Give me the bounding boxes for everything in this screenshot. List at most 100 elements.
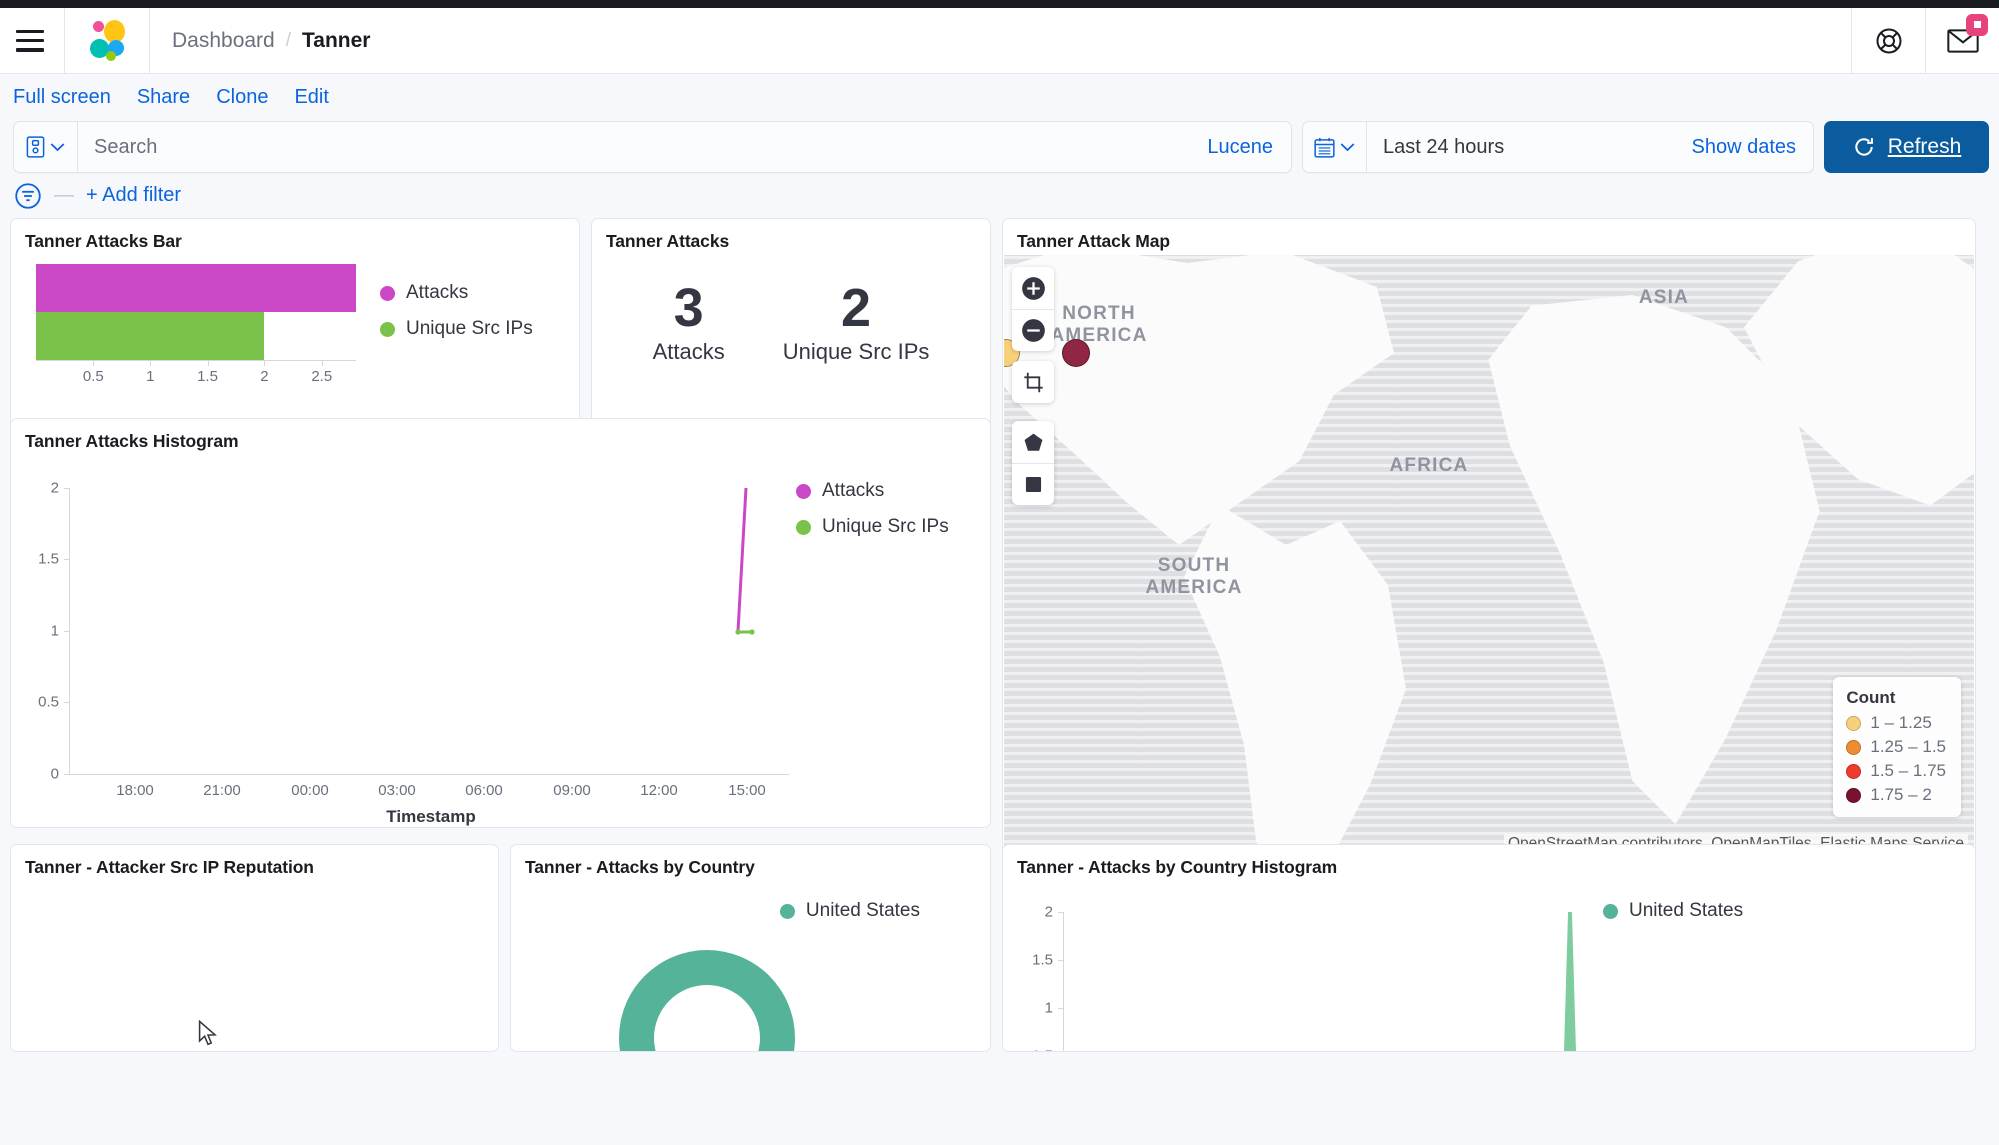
panel-attacks-by-country-histogram[interactable]: Tanner - Attacks by Country Histogram 2 …: [1002, 844, 1976, 1052]
legend-label-united-states: United States: [805, 900, 920, 921]
share-link[interactable]: Share: [137, 86, 190, 109]
legend-item-unique-src-ips[interactable]: Unique Src IPs: [380, 318, 533, 340]
hist-xtick-5: 09:00: [553, 782, 591, 799]
country-hist-legend: United States: [1603, 900, 1743, 936]
map-fit-control: [1012, 361, 1054, 403]
draw-polygon-icon[interactable]: [1012, 421, 1054, 463]
map-draw-controls: [1012, 421, 1054, 505]
legend-dot-unique-src-ips: [796, 519, 811, 535]
histogram-x-axis-title: Timestamp: [386, 807, 476, 826]
draw-rectangle-icon[interactable]: [1012, 463, 1054, 505]
map-legend-row-4: 1.75 – 2: [1846, 785, 1946, 805]
map-legend-row-2: 1.25 – 1.5: [1846, 737, 1946, 757]
legend-item-united-states[interactable]: United States: [779, 900, 920, 922]
legend-item-unique-src-ips[interactable]: Unique Src IPs: [796, 516, 949, 538]
bar-x-axis: 0.5 1 1.5 2 2.5: [36, 360, 356, 390]
clone-link[interactable]: Clone: [216, 86, 268, 109]
panel-title: Tanner Attacks: [606, 231, 730, 251]
notification-badge: [1966, 13, 1988, 36]
histogram-y-axis: [69, 488, 70, 774]
map-label-africa: AFRICA: [1389, 455, 1469, 476]
date-range-value[interactable]: Last 24 hours: [1367, 136, 1674, 159]
ch-ytick-0_5: 0.5: [1011, 1048, 1053, 1052]
map-marker-high-count[interactable]: [1062, 339, 1090, 367]
map-legend-row-3: 1.5 – 1.75: [1846, 761, 1946, 781]
legend-label-attacks: Attacks: [822, 480, 885, 501]
hist-xtick-1: 21:00: [203, 782, 241, 799]
breadcrumb-dashboard[interactable]: Dashboard: [172, 29, 275, 53]
header-actions: [1851, 7, 1999, 74]
panel-title: Tanner - Attacks by Country Histogram: [1017, 857, 1338, 877]
country-hist-y-axis: [1063, 912, 1064, 1051]
zoom-out-icon[interactable]: [1012, 309, 1054, 351]
filter-bar: — + Add filter: [0, 173, 1999, 218]
map-canvas[interactable]: NORTHAMERICA ASIA AFRICA SOUTHAMERICA: [1004, 255, 1974, 859]
query-language-button[interactable]: Lucene: [1189, 136, 1291, 159]
legend-label-attacks: Attacks: [406, 282, 469, 303]
hist-ytick-0_5: 0.5: [38, 693, 59, 711]
legend-dot-unique-src-ips: [380, 321, 395, 337]
bar-xtick-0: 0.5: [82, 368, 104, 385]
panel-tanner-attacks-histogram[interactable]: Tanner Attacks Histogram 2 1.5 1 0.5 0 1…: [10, 418, 991, 828]
hamburger-menu-icon[interactable]: [16, 29, 44, 52]
help-lifesaver-icon[interactable]: [1851, 7, 1925, 74]
panel-attacks-by-country[interactable]: Tanner - Attacks by Country United State…: [510, 844, 991, 1052]
breadcrumb-separator: /: [285, 29, 292, 51]
add-filter-button[interactable]: + Add filter: [86, 184, 181, 207]
map-legend-label-2: 1.25 – 1.5: [1870, 737, 1946, 756]
metric-label: Unique Src IPs: [782, 338, 930, 364]
donut-chart: United States: [511, 878, 990, 1051]
map-legend: Count 1 – 1.25 1.25 – 1.5 1.5 – 1.75 1.7…: [1833, 677, 1961, 817]
bar-chart-legend: Attacks Unique Src IPs: [356, 264, 533, 390]
elastic-logo-icon[interactable]: [85, 19, 129, 63]
legend-item-attacks[interactable]: Attacks: [380, 282, 533, 304]
refresh-button[interactable]: Refresh: [1824, 121, 1989, 173]
panel-tanner-attacks-bar[interactable]: Tanner Attacks Bar 0.5 1 1.5 2 2.5 Attac…: [10, 218, 580, 440]
search-input[interactable]: [78, 135, 1190, 159]
filter-list-icon[interactable]: [14, 182, 42, 210]
calendar-icon[interactable]: [1303, 122, 1367, 172]
search-bar: Lucene: [13, 121, 1292, 173]
app-header: Dashboard / Tanner: [0, 7, 1999, 74]
mail-envelope-icon[interactable]: [1925, 7, 1999, 74]
legend-dot-united-states: [779, 903, 795, 919]
panel-tanner-attack-map[interactable]: Tanner Attack Map NORTH AMERICA ASIA AFRI…: [1002, 218, 1976, 861]
legend-dot-united-states: [1603, 903, 1618, 919]
fit-to-data-icon[interactable]: [1012, 361, 1054, 403]
metric-attacks[interactable]: 3 Attacks: [653, 280, 725, 365]
map-legend-row-1: 1 – 1.25: [1846, 713, 1946, 733]
panel-tanner-attacks-metric[interactable]: Tanner Attacks 3 Attacks 2 Unique Src IP…: [591, 218, 991, 440]
hist-ytick-2: 2: [50, 479, 59, 497]
metric-unique-src-ips[interactable]: 2 Unique Src IPs: [783, 280, 930, 365]
show-dates-button[interactable]: Show dates: [1674, 136, 1813, 159]
panel-title: Tanner Attacks Bar: [25, 231, 182, 251]
breadcrumb-tanner[interactable]: Tanner: [302, 29, 370, 53]
full-screen-link[interactable]: Full screen: [13, 86, 111, 109]
panel-title: Tanner - Attacks by Country: [525, 857, 755, 877]
metric-value: 3: [673, 278, 704, 338]
legend-item-attacks[interactable]: Attacks: [796, 480, 949, 502]
edit-link[interactable]: Edit: [294, 86, 328, 109]
chevron-down-icon-2: [1340, 143, 1355, 152]
hist-xtick-2: 00:00: [291, 782, 329, 799]
filter-bar-dash: —: [54, 184, 74, 206]
map-label-south-america: SOUTH AMERICA: [1145, 555, 1243, 598]
bar-row-attacks[interactable]: [36, 264, 356, 312]
dashboard-grid: Tanner Attacks Bar 0.5 1 1.5 2 2.5 Attac…: [0, 218, 1999, 1052]
zoom-in-icon[interactable]: [1012, 267, 1054, 309]
saved-query-icon[interactable]: [14, 122, 78, 172]
hist-ytick-0: 0: [50, 765, 59, 783]
bar-xtick-2: 1.5: [197, 368, 218, 385]
bar-row-unique-src-ips[interactable]: [36, 312, 356, 360]
panel-attacker-src-ip-reputation[interactable]: Tanner - Attacker Src IP Reputation: [10, 844, 499, 1052]
bar-xtick-4: 2.5: [311, 368, 333, 385]
refresh-label: Refresh: [1887, 135, 1962, 158]
country-hist-area-united-states[interactable]: [1563, 912, 1577, 1051]
legend-label-united-states: United States: [1629, 900, 1744, 921]
donut-slice-united-states[interactable]: [619, 950, 795, 1051]
metric-label: Attacks: [652, 338, 725, 364]
metric-value: 2: [841, 278, 872, 338]
bar-xtick-3: 2: [260, 368, 269, 385]
legend-item-united-states[interactable]: United States: [1603, 900, 1743, 922]
query-bar: Lucene Last 24 hours Show dates Refresh: [0, 121, 1999, 173]
